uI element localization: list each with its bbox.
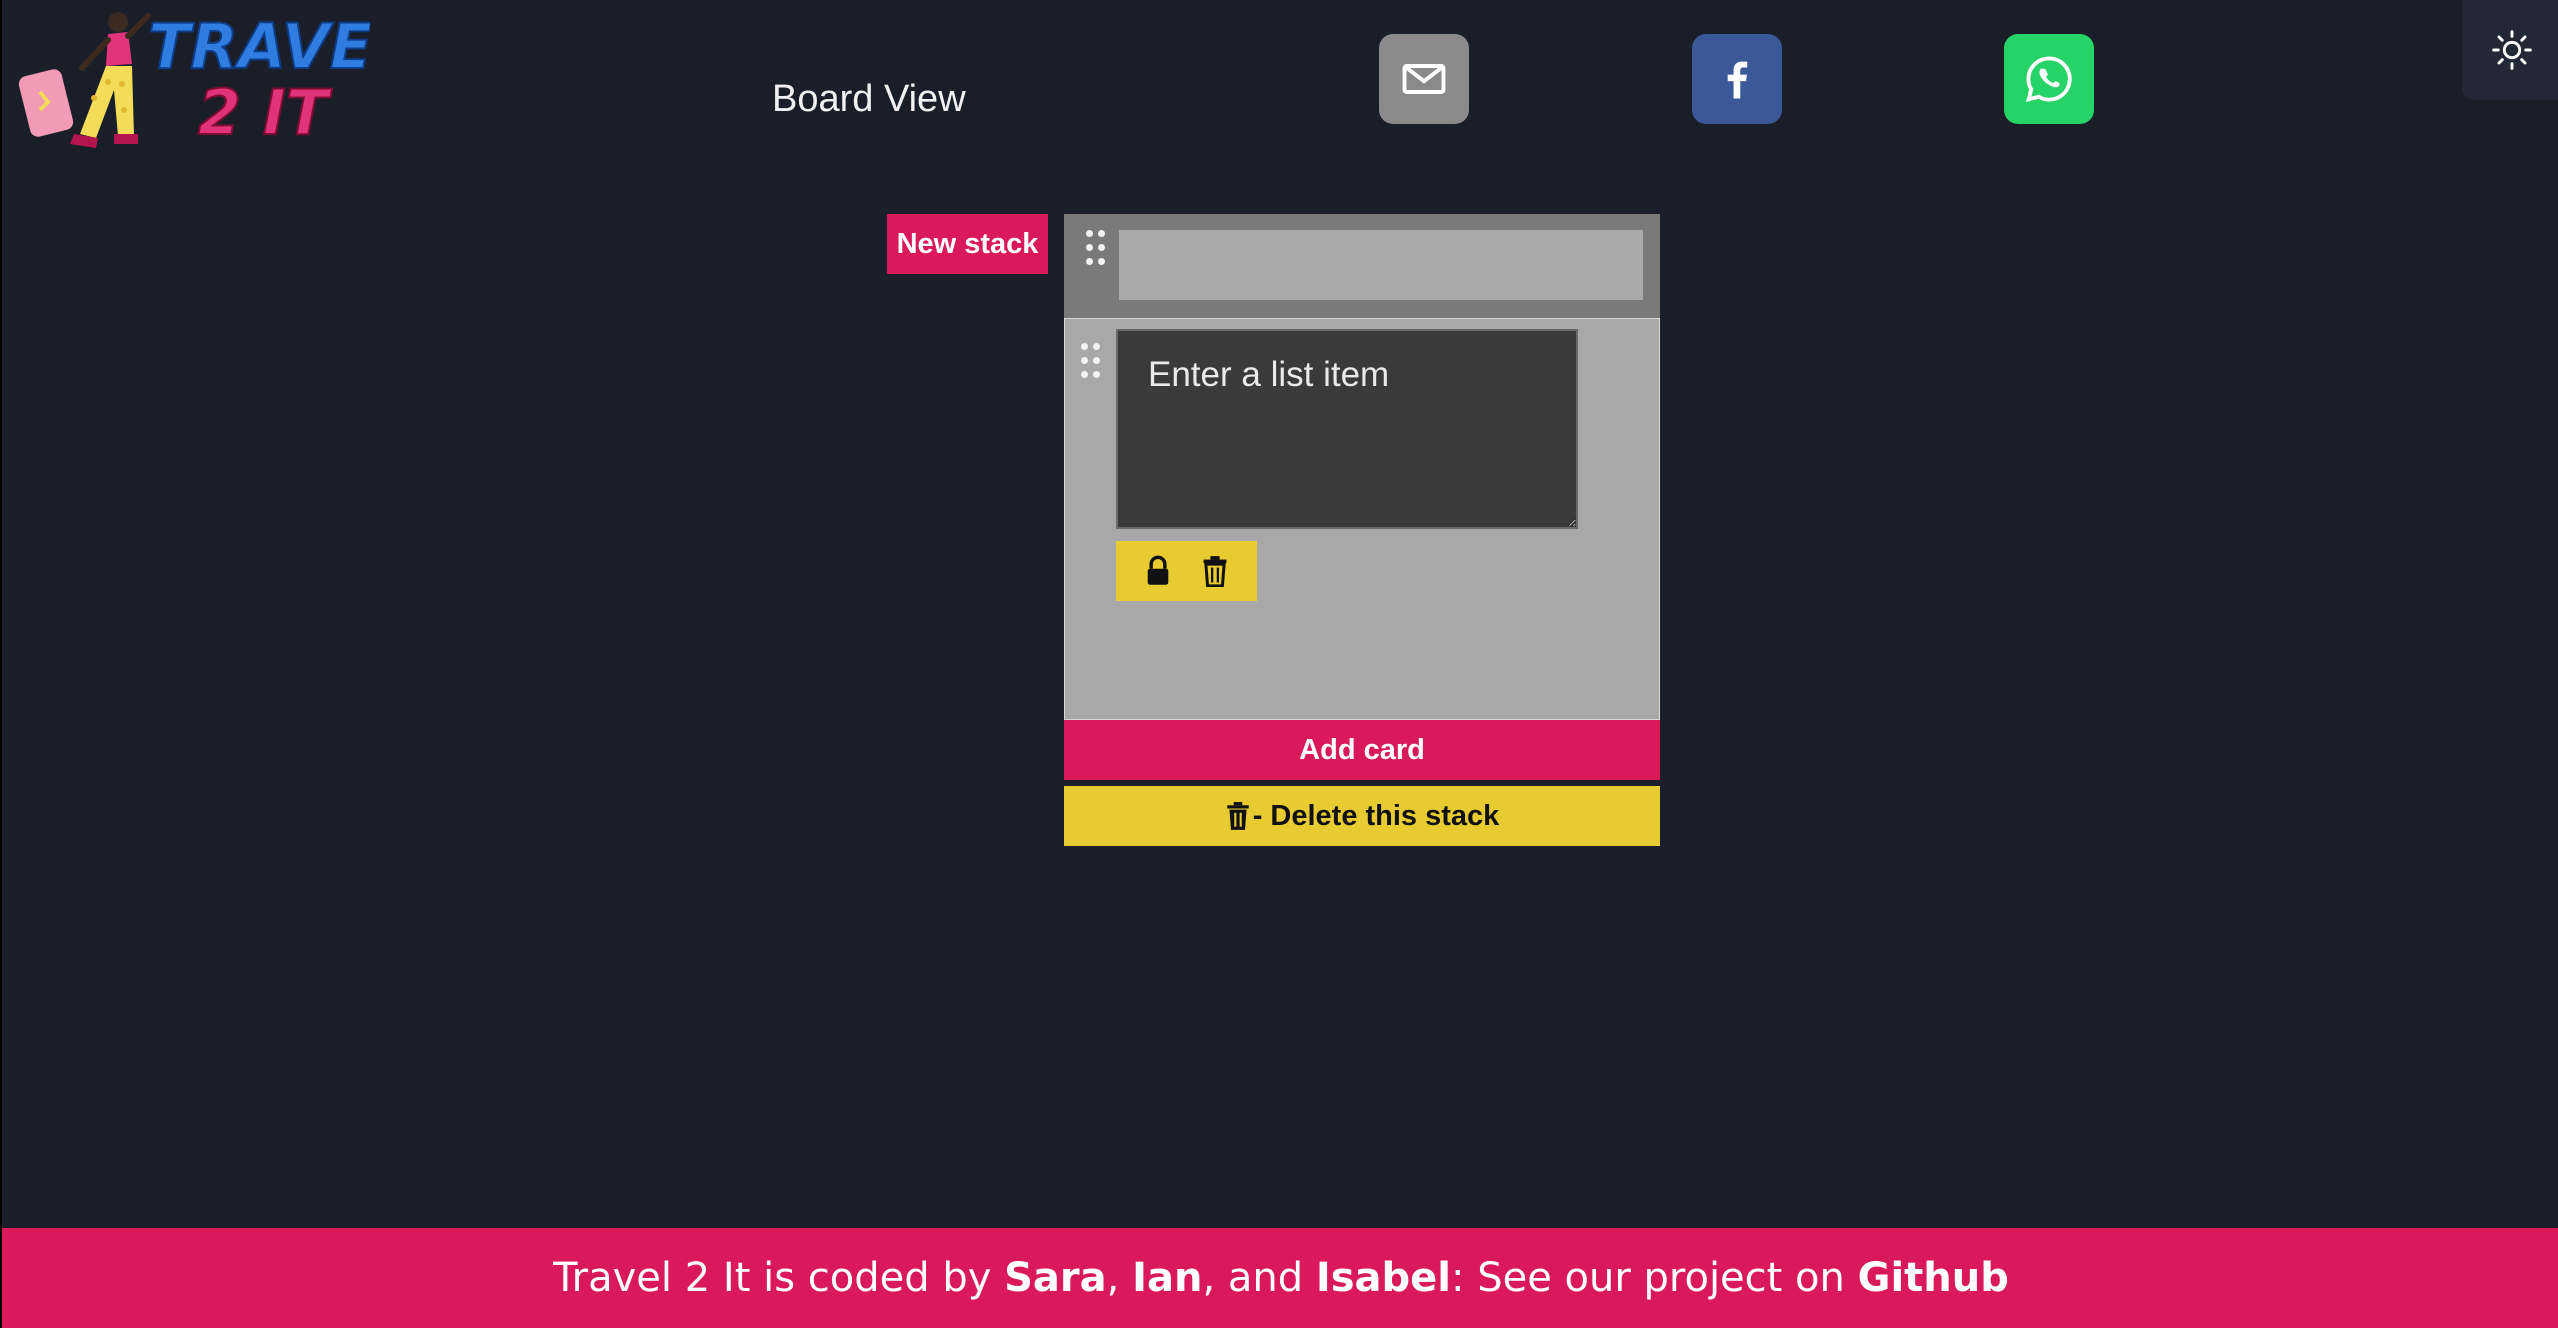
sun-icon bbox=[2492, 30, 2532, 70]
card-drag-handle-icon[interactable] bbox=[1081, 343, 1101, 379]
travel-2-it-logo[interactable]: TRAVEL 2 IT bbox=[10, 6, 413, 152]
lock-card-button[interactable] bbox=[1142, 553, 1174, 589]
trash-icon bbox=[1203, 556, 1227, 587]
card-text-input[interactable] bbox=[1116, 329, 1578, 529]
whatsapp-icon bbox=[2025, 56, 2072, 103]
stack-title-input[interactable] bbox=[1119, 230, 1643, 300]
theme-toggle-button[interactable] bbox=[2462, 0, 2558, 100]
delete-card-button[interactable] bbox=[1199, 553, 1231, 589]
footer-text: Travel 2 It is coded by Sara, Ian, and I… bbox=[553, 1255, 2009, 1301]
stack-header bbox=[1064, 214, 1660, 318]
svg-text:TRAVEL: TRAVEL bbox=[148, 10, 370, 83]
card-actions bbox=[1116, 541, 1257, 601]
author-isabel: Isabel bbox=[1315, 1255, 1452, 1301]
share-email-button[interactable] bbox=[1379, 34, 1469, 124]
lock-icon bbox=[1147, 555, 1168, 585]
footer-separator: , bbox=[1106, 1255, 1133, 1301]
stack: Add card - Delete this stack bbox=[1064, 214, 1660, 846]
footer-prefix: Travel 2 It is coded by bbox=[553, 1255, 1005, 1301]
header: TRAVEL 2 IT Board View bbox=[2, 0, 2558, 172]
footer: Travel 2 It is coded by Sara, Ian, and I… bbox=[2, 1228, 2558, 1328]
author-ian: Ian bbox=[1132, 1255, 1203, 1301]
delete-stack-button[interactable]: - Delete this stack bbox=[1064, 786, 1660, 846]
facebook-icon bbox=[1727, 61, 1748, 99]
stack-drag-handle-icon[interactable] bbox=[1086, 230, 1106, 266]
share-facebook-button[interactable] bbox=[1692, 34, 1782, 124]
github-link[interactable]: Github bbox=[1858, 1255, 2009, 1301]
stack-card-list bbox=[1064, 318, 1660, 720]
footer-middle: : See our project on bbox=[1451, 1255, 1858, 1301]
author-sara: Sara bbox=[1004, 1255, 1107, 1301]
logo-illustration: TRAVEL 2 IT bbox=[18, 9, 413, 150]
share-whatsapp-button[interactable] bbox=[2004, 34, 2094, 124]
delete-stack-label: - Delete this stack bbox=[1252, 799, 1500, 832]
new-stack-button[interactable]: New stack bbox=[887, 214, 1048, 274]
svg-text:2 IT: 2 IT bbox=[198, 76, 333, 149]
footer-separator: , and bbox=[1202, 1255, 1316, 1301]
trash-icon bbox=[1226, 802, 1249, 830]
page-title: Board View bbox=[772, 78, 966, 120]
envelope-icon bbox=[1402, 64, 1446, 94]
add-card-button[interactable]: Add card bbox=[1064, 720, 1660, 780]
